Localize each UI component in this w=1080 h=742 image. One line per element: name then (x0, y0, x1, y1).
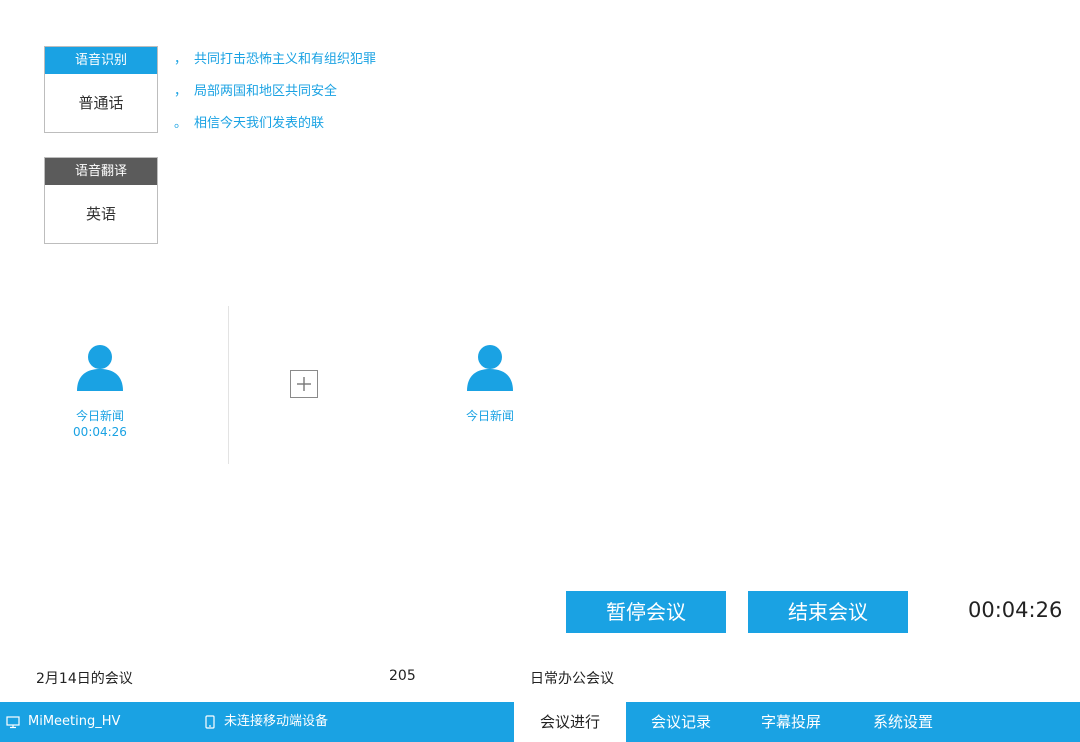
transcript-punct: ， (174, 52, 188, 67)
transcript-text: 局部两国和地区共同安全 (194, 84, 338, 99)
transcript-punct: ， (174, 84, 188, 99)
bottom-bar: MiMeeting_HV 未连接移动端设备 会议进行 会议记录 字幕投屏 系统设… (0, 702, 1080, 742)
speech-recognition-card[interactable]: 语音识别 普通话 (44, 46, 158, 133)
transcript-punct: 。 (174, 116, 188, 131)
end-meeting-button[interactable]: 结束会议 (748, 591, 908, 633)
tab-subtitle-projection[interactable]: 字幕投屏 (736, 702, 846, 742)
speech-translation-card[interactable]: 语音翻译 英语 (44, 157, 158, 244)
meeting-name: 2月14日的会议 (36, 671, 133, 687)
transcript-line: ， 局部两国和地区共同安全 (174, 80, 376, 112)
mobile-status-text: 未连接移动端设备 (224, 714, 329, 729)
participant-name: 今日新闻 (75, 409, 124, 423)
monitor-icon (6, 716, 20, 729)
transcript-line: ， 共同打击恐怖主义和有组织犯罪 (174, 48, 376, 80)
add-participant-button[interactable] (290, 370, 318, 398)
transcript-line: 。 相信今天我们发表的联 (174, 112, 376, 144)
tab-meeting-in-progress[interactable]: 会议进行 (514, 702, 626, 742)
meeting-room: 205 (389, 668, 416, 684)
tab-system-settings[interactable]: 系统设置 (846, 702, 960, 742)
phone-icon (205, 715, 215, 729)
meeting-timer: 00:04:26 (968, 598, 1063, 622)
speech-recognition-header: 语音识别 (45, 47, 157, 74)
speech-translation-language[interactable]: 英语 (45, 185, 157, 243)
speech-recognition-language[interactable]: 普通话 (45, 74, 157, 132)
participant-duration: 00:04:26 (73, 425, 127, 439)
participant-card[interactable]: 今日新闻 (440, 343, 540, 424)
participant-name: 今日新闻 (465, 409, 514, 423)
pause-meeting-button[interactable]: 暂停会议 (566, 591, 726, 633)
participant-card[interactable]: 今日新闻 00:04:26 (50, 343, 150, 440)
device-name: MiMeeting_HV (28, 714, 121, 729)
speech-translation-header: 语音翻译 (45, 158, 157, 185)
transcript-panel: ， 共同打击恐怖主义和有组织犯罪 ， 局部两国和地区共同安全 。 相信今天我们发… (174, 48, 376, 144)
meeting-type: 日常办公会议 (530, 671, 614, 687)
transcript-text: 相信今天我们发表的联 (194, 116, 325, 131)
user-avatar-icon (75, 343, 125, 393)
device-status: MiMeeting_HV (6, 702, 120, 742)
mobile-connection-status[interactable]: 未连接移动端设备 (204, 702, 328, 742)
tab-meeting-records[interactable]: 会议记录 (626, 702, 736, 742)
participant-divider (228, 306, 229, 464)
plus-icon (297, 377, 311, 391)
user-avatar-icon (465, 343, 515, 393)
transcript-text: 共同打击恐怖主义和有组织犯罪 (194, 52, 377, 67)
